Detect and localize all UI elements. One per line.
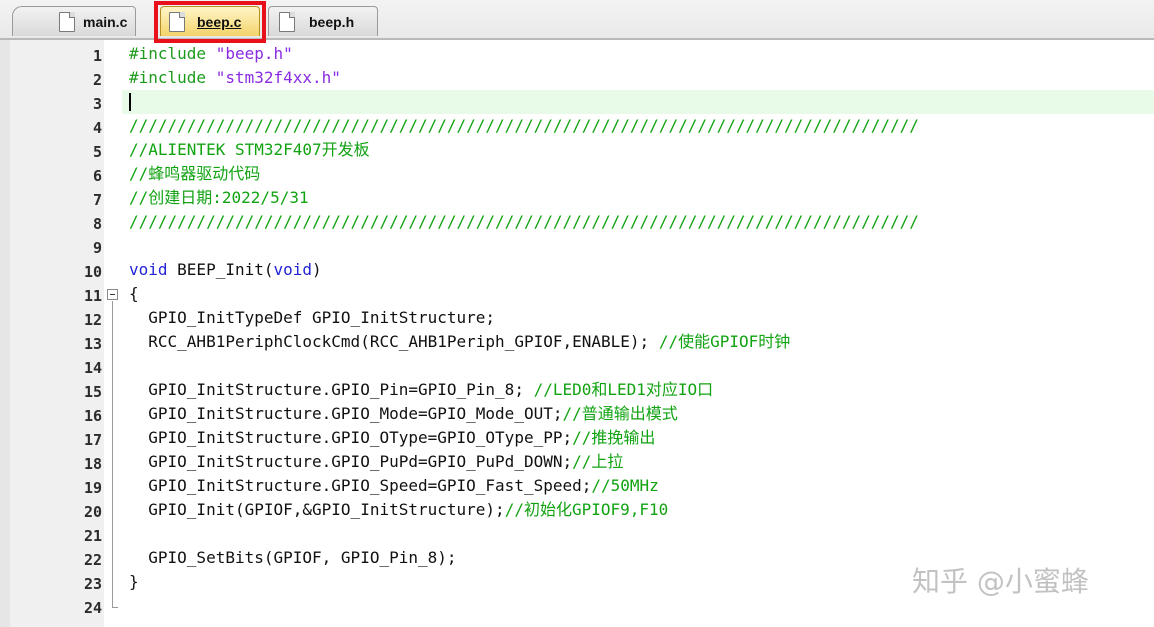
code-line[interactable]: {: [122, 282, 1154, 306]
fold-guide-line: [112, 301, 113, 608]
line-number: 6: [92, 167, 102, 185]
code-line[interactable]: GPIO_InitStructure.GPIO_PuPd=GPIO_PuPd_D…: [122, 450, 1154, 474]
code-text: ////////////////////////////////////////…: [129, 212, 919, 231]
line-number: 3: [92, 95, 102, 113]
line-number: 15: [83, 383, 102, 401]
line-number: 16: [83, 407, 102, 425]
code-line[interactable]: GPIO_InitStructure.GPIO_Speed=GPIO_Fast_…: [122, 474, 1154, 498]
file-icon: [279, 12, 295, 32]
line-number: 12: [83, 311, 102, 329]
fold-end-marker: [112, 607, 118, 608]
code-text: GPIO_InitStructure.GPIO_Pin=GPIO_Pin_8; …: [129, 380, 714, 399]
code-line[interactable]: void BEEP_Init(void): [122, 258, 1154, 282]
code-text: GPIO_InitStructure.GPIO_Mode=GPIO_Mode_O…: [129, 404, 678, 423]
line-number: 4: [92, 119, 102, 137]
line-number: 1: [92, 47, 102, 65]
code-text: #include "stm32f4xx.h": [129, 68, 341, 87]
code-text: }: [129, 572, 139, 591]
line-number: 7: [92, 191, 102, 209]
line-number: 24: [83, 599, 102, 617]
code-text: RCC_AHB1PeriphClockCmd(RCC_AHB1Periph_GP…: [129, 332, 791, 351]
tab-label: main.c: [83, 14, 128, 30]
file-icon: [59, 12, 75, 32]
editor-tab-bar: main.c beep.c beep.h: [0, 0, 1154, 43]
line-number: 23: [83, 575, 102, 593]
tab-main-c[interactable]: main.c: [12, 6, 136, 36]
editor-margin: [0, 40, 10, 627]
line-number: 9: [92, 239, 102, 257]
code-line[interactable]: //创建日期:2022/5/31: [122, 186, 1154, 210]
code-text: {: [129, 284, 139, 303]
line-number: 8: [92, 215, 102, 233]
text-cursor: [129, 93, 131, 111]
code-text: //ALIENTEK STM32F407开发板: [129, 140, 370, 159]
code-line[interactable]: [122, 90, 1154, 114]
code-text: //蜂鸣器驱动代码: [129, 164, 261, 183]
code-line[interactable]: GPIO_Init(GPIOF,&GPIO_InitStructure);//初…: [122, 498, 1154, 522]
fold-toggle-icon[interactable]: [107, 289, 118, 300]
tab-beep-h[interactable]: beep.h: [268, 6, 378, 36]
code-line[interactable]: GPIO_InitTypeDef GPIO_InitStructure;: [122, 306, 1154, 330]
code-text: ////////////////////////////////////////…: [129, 116, 919, 135]
line-number: 11: [83, 287, 102, 305]
code-editor[interactable]: #include "beep.h" #include "stm32f4xx.h" /…: [122, 40, 1154, 627]
code-line[interactable]: GPIO_InitStructure.GPIO_Pin=GPIO_Pin_8; …: [122, 378, 1154, 402]
line-number: 22: [83, 551, 102, 569]
line-number: 10: [83, 263, 102, 281]
line-number: 18: [83, 455, 102, 473]
line-number: 21: [83, 527, 102, 545]
line-number: 14: [83, 359, 102, 377]
code-line[interactable]: #include "stm32f4xx.h": [122, 66, 1154, 90]
code-line[interactable]: ////////////////////////////////////////…: [122, 114, 1154, 138]
code-line[interactable]: //蜂鸣器驱动代码: [122, 162, 1154, 186]
code-line[interactable]: [122, 522, 1154, 546]
code-text: GPIO_InitTypeDef GPIO_InitStructure;: [129, 308, 496, 327]
code-line[interactable]: GPIO_InitStructure.GPIO_OType=GPIO_OType…: [122, 426, 1154, 450]
code-line[interactable]: RCC_AHB1PeriphClockCmd(RCC_AHB1Periph_GP…: [122, 330, 1154, 354]
code-text: GPIO_InitStructure.GPIO_Speed=GPIO_Fast_…: [129, 476, 659, 495]
watermark-text: 知乎 @小蜜蜂: [912, 565, 1089, 598]
code-text: GPIO_InitStructure.GPIO_OType=GPIO_OType…: [129, 428, 656, 447]
line-number: 19: [83, 479, 102, 497]
code-text: #include "beep.h": [129, 44, 293, 63]
fold-margin: [104, 40, 122, 627]
code-text: GPIO_InitStructure.GPIO_PuPd=GPIO_PuPd_D…: [129, 452, 624, 471]
code-line[interactable]: [122, 234, 1154, 258]
code-text: void BEEP_Init(void): [129, 260, 322, 279]
code-line[interactable]: #include "beep.h": [122, 42, 1154, 66]
code-line[interactable]: GPIO_InitStructure.GPIO_Mode=GPIO_Mode_O…: [122, 402, 1154, 426]
line-number: 17: [83, 431, 102, 449]
line-number: 13: [83, 335, 102, 353]
line-number: 5: [92, 143, 102, 161]
code-line[interactable]: //ALIENTEK STM32F407开发板: [122, 138, 1154, 162]
tab-label: beep.h: [309, 14, 355, 30]
code-line[interactable]: [122, 354, 1154, 378]
line-number: 20: [83, 503, 102, 521]
code-text: //创建日期:2022/5/31: [129, 188, 309, 207]
code-line[interactable]: ////////////////////////////////////////…: [122, 210, 1154, 234]
line-number: 2: [92, 71, 102, 89]
code-text: GPIO_Init(GPIOF,&GPIO_InitStructure);//初…: [129, 500, 669, 519]
code-text: GPIO_SetBits(GPIOF, GPIO_Pin_8);: [129, 548, 457, 567]
highlight-annotation-box: [154, 1, 266, 43]
